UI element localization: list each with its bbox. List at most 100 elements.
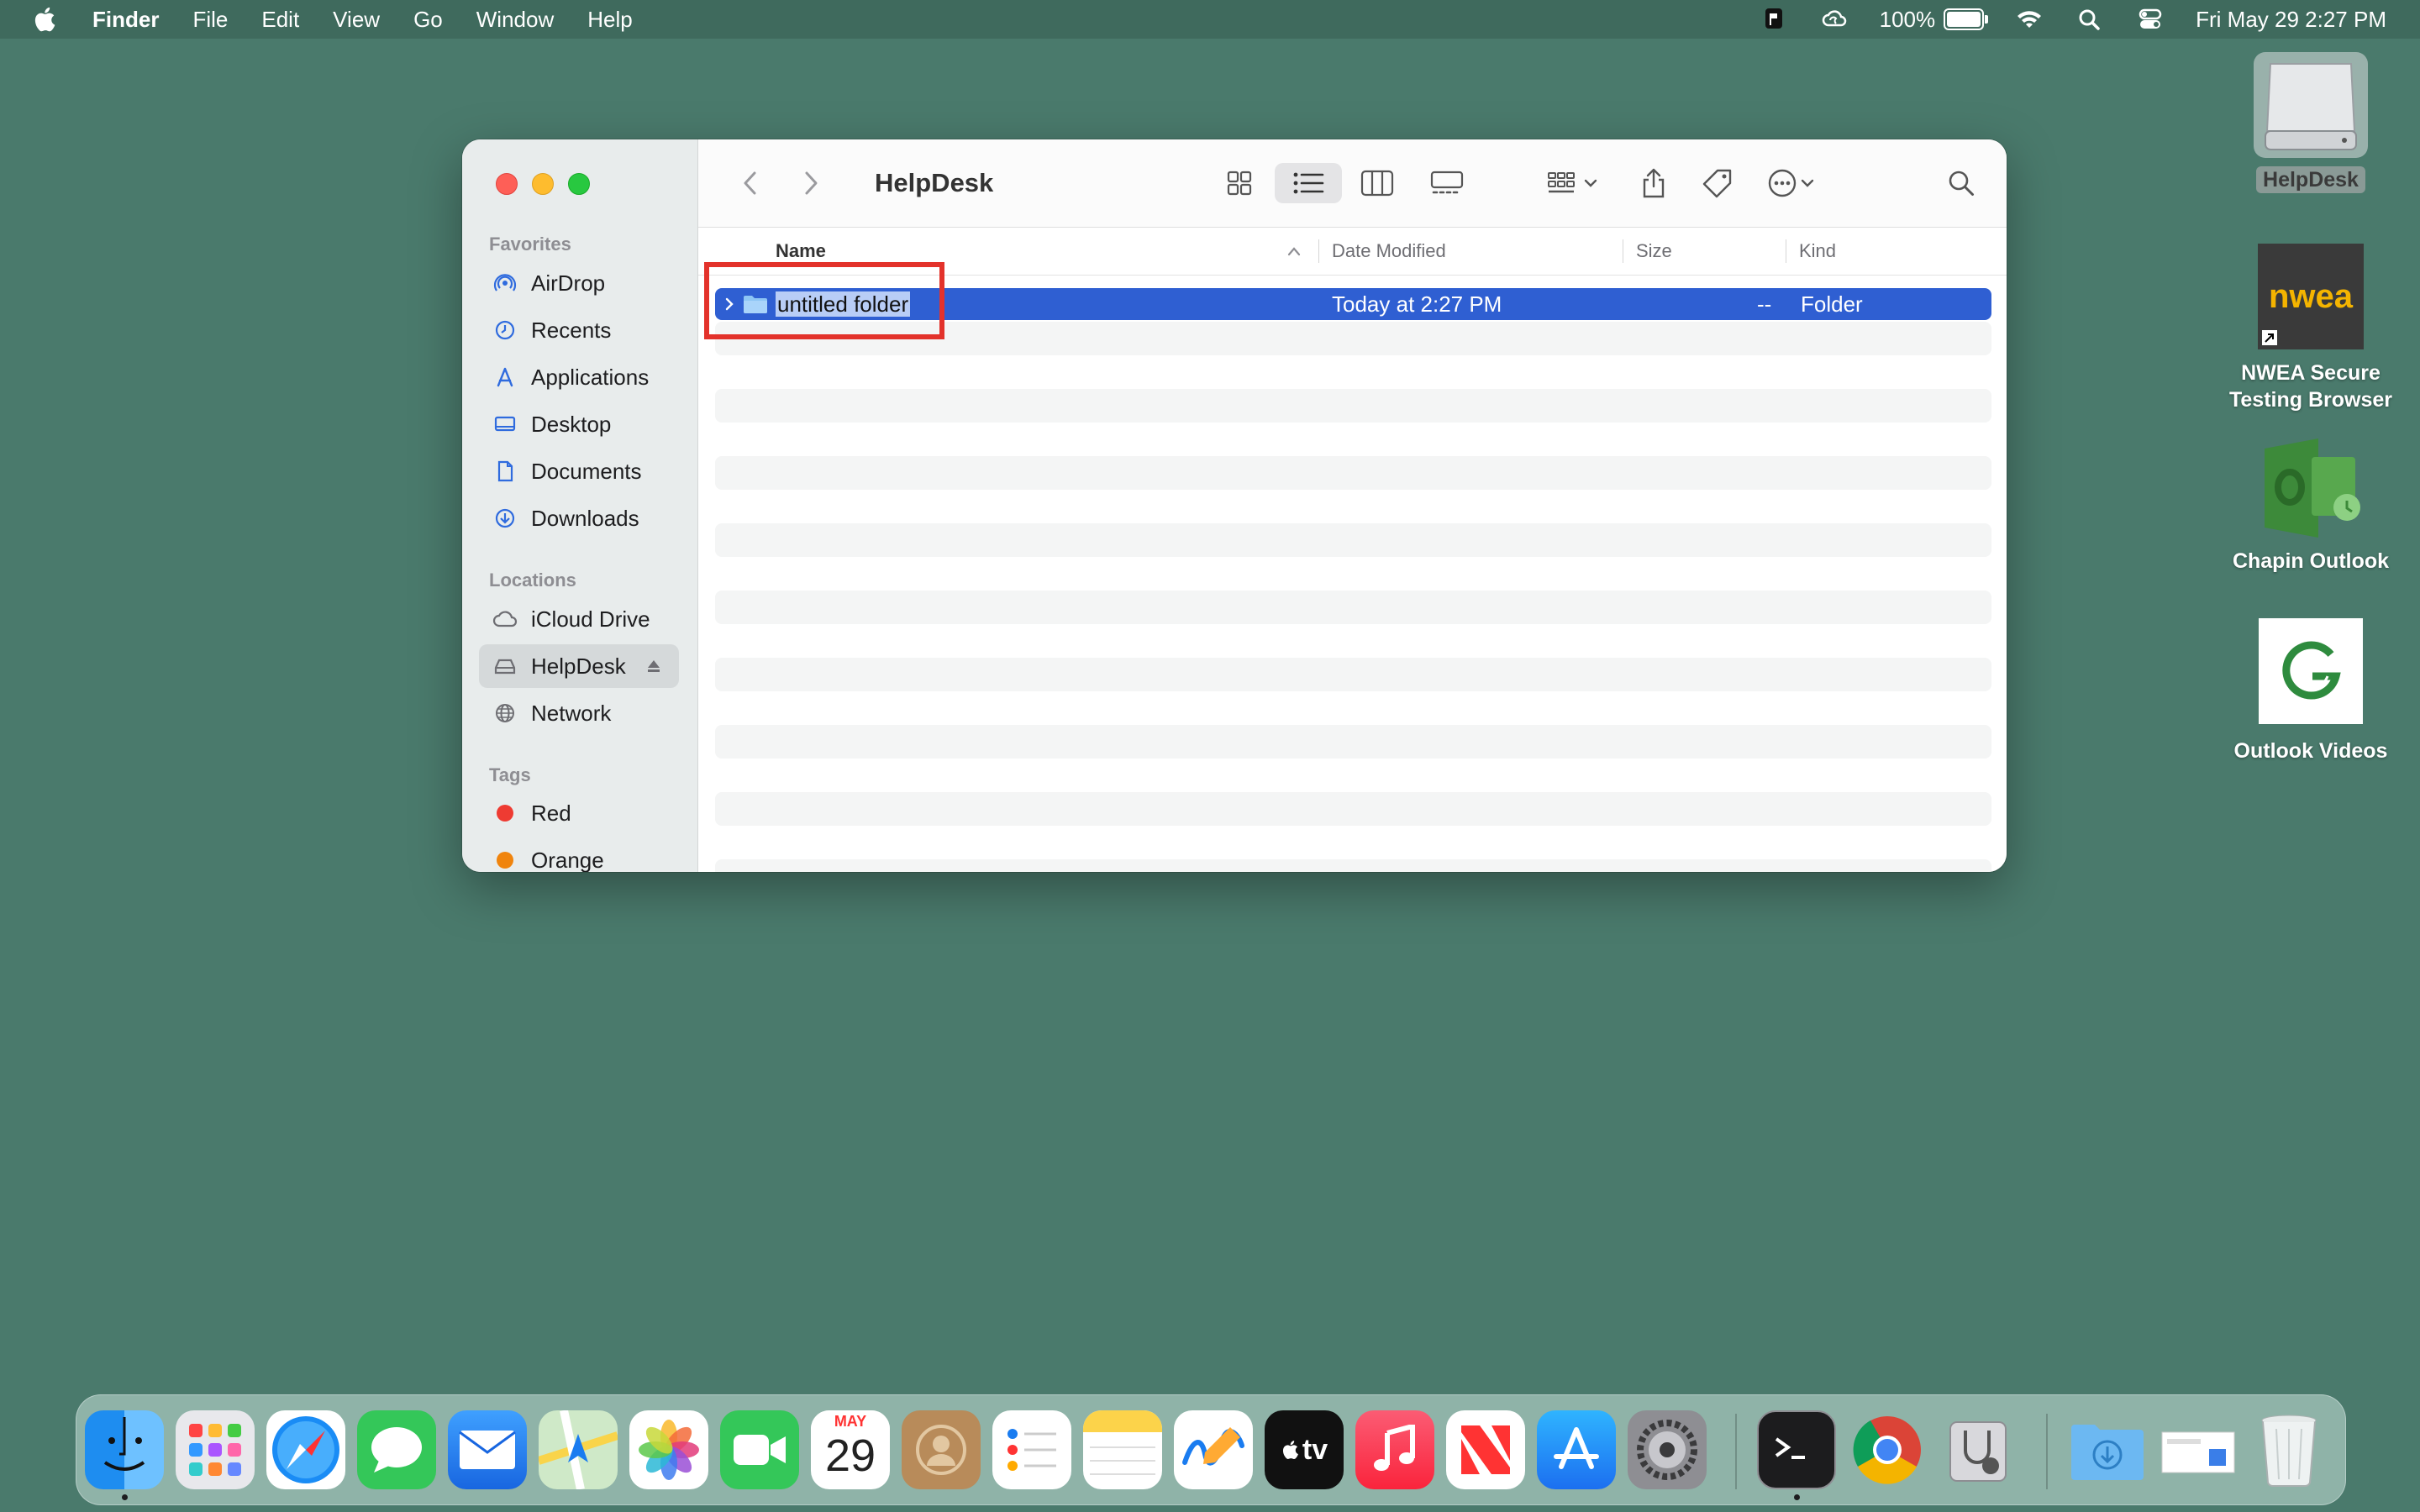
- list-view-button[interactable]: [1275, 163, 1342, 203]
- minimize-window-button[interactable]: [532, 173, 554, 195]
- column-separator[interactable]: [1318, 239, 1319, 263]
- dock-calendar-icon[interactable]: MAY 29: [811, 1410, 890, 1489]
- desktop-item-label: Chapin Outlook: [2232, 549, 2390, 573]
- dock-downloads-folder-icon[interactable]: [2068, 1410, 2147, 1489]
- sidebar-item-airdrop[interactable]: AirDrop: [479, 261, 679, 305]
- sidebar-item-label: AirDrop: [531, 270, 606, 296]
- column-view-button[interactable]: [1352, 163, 1402, 203]
- flag-app-icon[interactable]: [1759, 7, 1789, 32]
- share-button[interactable]: [1633, 163, 1675, 203]
- sidebar-item-helpdesk[interactable]: HelpDesk: [479, 644, 679, 688]
- kind-cell: Folder: [1801, 291, 1863, 317]
- menu-go[interactable]: Go: [413, 7, 443, 33]
- sidebar-item-label: iCloud Drive: [531, 606, 650, 632]
- dock-news-icon[interactable]: [1446, 1410, 1525, 1489]
- dock-system-settings-icon[interactable]: [1628, 1410, 1707, 1489]
- dock-reminders-icon[interactable]: [992, 1410, 1071, 1489]
- search-icon: [1949, 171, 1974, 196]
- dock-freeform-icon[interactable]: [1174, 1410, 1253, 1489]
- close-window-button[interactable]: [496, 173, 518, 195]
- calendar-day: 29: [824, 1431, 876, 1481]
- sidebar-item-icloud-drive[interactable]: iCloud Drive: [479, 597, 679, 641]
- control-center-icon[interactable]: [2135, 7, 2165, 32]
- eject-icon[interactable]: [645, 658, 662, 675]
- desktop-item-outlook-videos[interactable]: Outlook Videos: [2218, 618, 2403, 764]
- dock-chrome-icon[interactable]: [1848, 1410, 1927, 1489]
- dock-messages-icon[interactable]: [357, 1410, 436, 1489]
- sidebar-item-downloads[interactable]: Downloads: [479, 496, 679, 540]
- dock-finder-icon[interactable]: [85, 1410, 164, 1489]
- zoom-window-button[interactable]: [568, 173, 590, 195]
- desktop-item-helpdesk[interactable]: HelpDesk: [2218, 50, 2403, 193]
- dock-launchpad-icon[interactable]: [176, 1410, 255, 1489]
- column-date-header[interactable]: Date Modified: [1332, 228, 1446, 275]
- dock-apple-tv-icon[interactable]: tv: [1265, 1410, 1344, 1489]
- chevron-down-icon: [1801, 179, 1814, 187]
- dock: MAY 29 tv: [76, 1394, 2346, 1505]
- dock-music-icon[interactable]: [1355, 1410, 1434, 1489]
- table-row[interactable]: untitled folder Today at 2:27 PM -- Fold…: [715, 288, 1991, 320]
- finder-sidebar: Favorites AirDrop Recents Applications D…: [462, 139, 698, 872]
- apple-logo-icon: [1282, 1441, 1298, 1459]
- sidebar-item-documents[interactable]: Documents: [479, 449, 679, 493]
- column-kind-header[interactable]: Kind: [1799, 228, 1836, 275]
- dock-notes-icon[interactable]: [1083, 1410, 1162, 1489]
- forward-button[interactable]: [791, 163, 831, 203]
- sidebar-section-tags: Tags: [489, 764, 531, 785]
- gallery-view-button[interactable]: [1419, 163, 1475, 203]
- dock-maps-icon[interactable]: [539, 1410, 618, 1489]
- disclosure-triangle-icon[interactable]: [723, 288, 735, 320]
- menu-window[interactable]: Window: [476, 7, 554, 33]
- menu-clock[interactable]: Fri May 29 2:27 PM: [2196, 7, 2386, 33]
- sidebar-tag-orange[interactable]: Orange: [479, 838, 679, 872]
- dock-separator: [1735, 1414, 1737, 1489]
- column-name-header[interactable]: Name: [776, 228, 826, 275]
- menu-app-name[interactable]: Finder: [92, 7, 159, 33]
- creative-cloud-icon[interactable]: [1819, 7, 1849, 32]
- dock-disk-utility-icon[interactable]: [1939, 1410, 2018, 1489]
- finder-window: Favorites AirDrop Recents Applications D…: [462, 139, 2007, 872]
- dock-recent-document-icon[interactable]: [2159, 1410, 2238, 1489]
- dock-facetime-icon[interactable]: [720, 1410, 799, 1489]
- apple-menu-icon[interactable]: [32, 5, 60, 34]
- dock-app-store-icon[interactable]: [1537, 1410, 1616, 1489]
- group-grid-icon: [1548, 172, 1575, 193]
- menu-help[interactable]: Help: [587, 7, 632, 33]
- empty-row: [715, 658, 1991, 691]
- sidebar-item-network[interactable]: Network: [479, 691, 679, 735]
- icon-view-button[interactable]: [1214, 163, 1265, 203]
- sidebar-item-recents[interactable]: Recents: [479, 308, 679, 352]
- calendar-month: MAY: [811, 1410, 890, 1431]
- group-by-button[interactable]: [1539, 163, 1606, 203]
- menu-edit[interactable]: Edit: [261, 7, 299, 33]
- desktop-item-nwea-secure-testing-browser[interactable]: nwea NWEA Secure Testing Browser: [2218, 244, 2403, 413]
- dock-trash-icon[interactable]: [2249, 1410, 2328, 1489]
- sidebar-tag-red[interactable]: Red: [479, 791, 679, 835]
- title-wrap: HelpDesk: [875, 163, 993, 203]
- menu-file[interactable]: File: [192, 7, 228, 33]
- sidebar-item-applications[interactable]: Applications: [479, 355, 679, 399]
- dock-terminal-icon[interactable]: [1757, 1410, 1836, 1489]
- filename-rename-field[interactable]: untitled folder: [776, 288, 911, 320]
- column-size-header[interactable]: Size: [1636, 228, 1672, 275]
- search-button[interactable]: [1940, 163, 1982, 203]
- dock-contacts-icon[interactable]: [902, 1410, 981, 1489]
- spotlight-search-icon[interactable]: [2075, 7, 2105, 32]
- desktop-item-chapin-outlook[interactable]: Chapin Outlook: [2218, 433, 2403, 575]
- finder-toolbar: HelpDesk: [698, 139, 2007, 228]
- battery-status[interactable]: 100%: [1880, 7, 1989, 33]
- dock-safari-icon[interactable]: [266, 1410, 345, 1489]
- back-button[interactable]: [730, 163, 771, 203]
- sidebar-item-desktop[interactable]: Desktop: [479, 402, 679, 446]
- empty-row: [715, 859, 1991, 872]
- dock-photos-icon[interactable]: [629, 1410, 708, 1489]
- wifi-icon[interactable]: [2014, 7, 2044, 32]
- menu-view[interactable]: View: [333, 7, 380, 33]
- dock-mail-icon[interactable]: [448, 1410, 527, 1489]
- more-actions-button[interactable]: [1757, 163, 1824, 203]
- tags-button[interactable]: [1697, 163, 1739, 203]
- sort-ascending-icon[interactable]: [1286, 245, 1302, 257]
- tag-color-dot: [492, 848, 518, 872]
- external-drive-icon: [2254, 52, 2368, 158]
- battery-fill: [1947, 12, 1981, 27]
